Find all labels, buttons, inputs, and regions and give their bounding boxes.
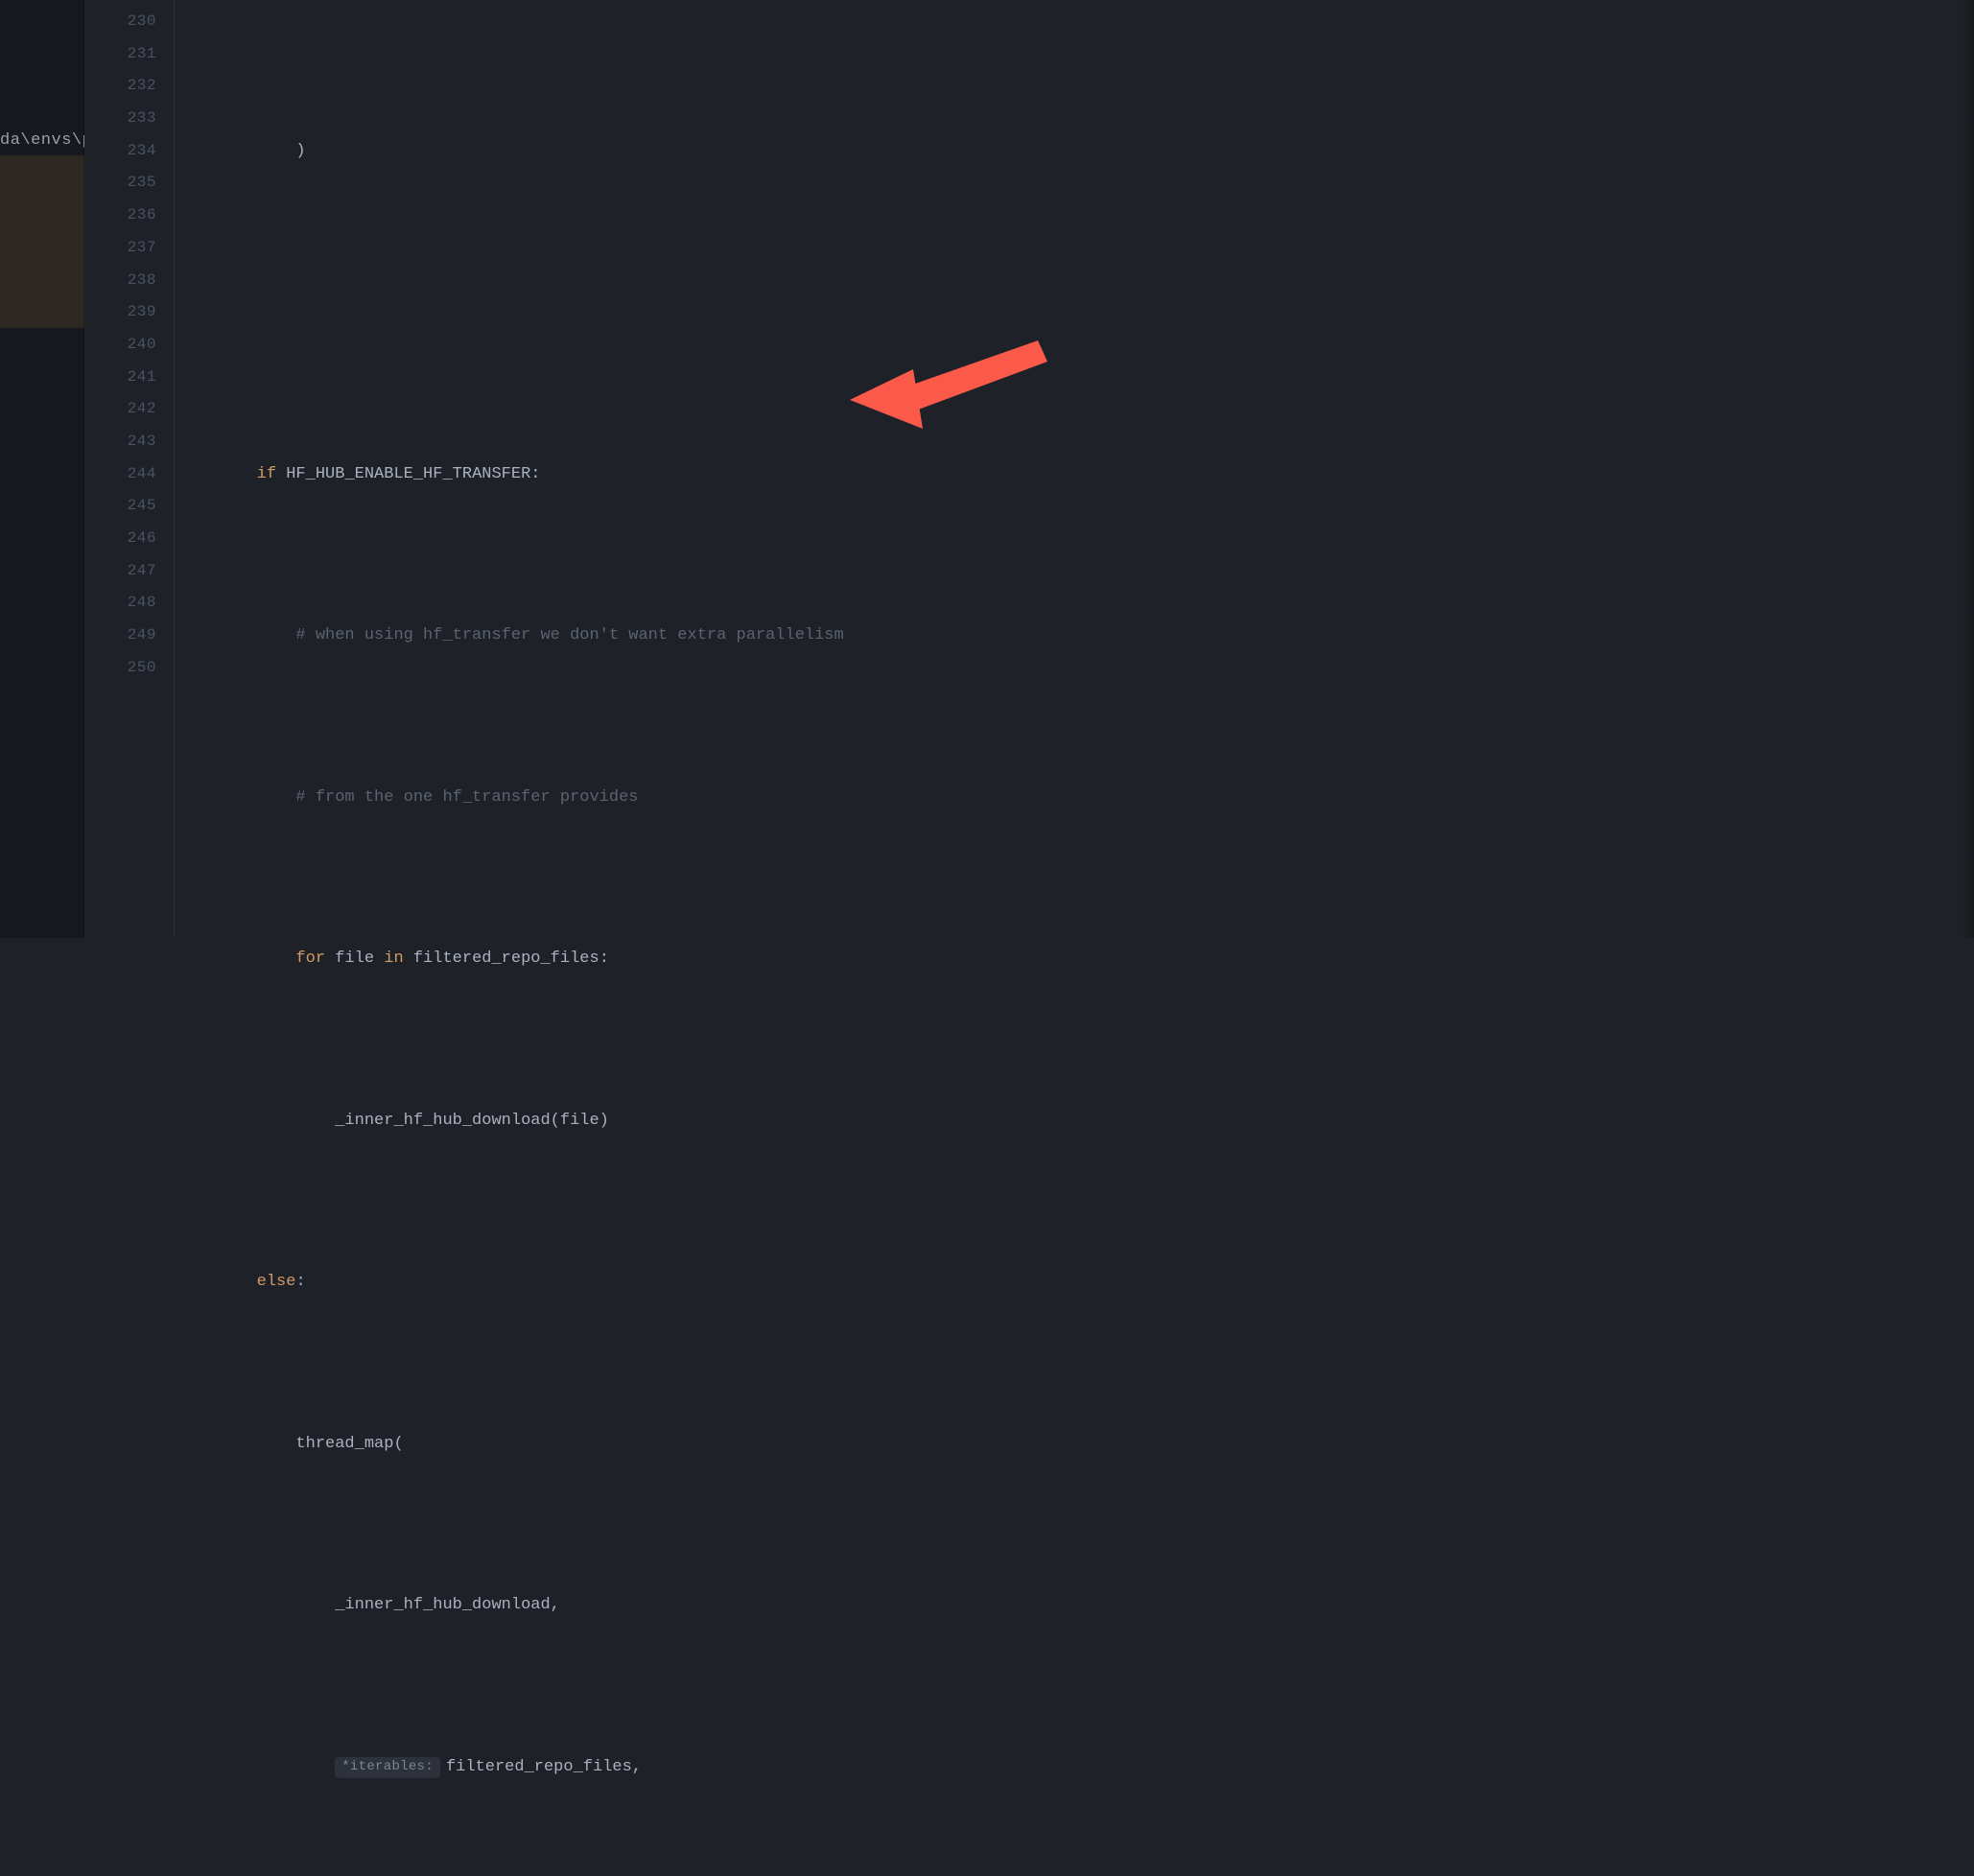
keyword-for: for (295, 943, 325, 975)
indent (178, 1589, 335, 1622)
line-number[interactable]: 242 (84, 393, 174, 426)
line-number[interactable]: 246 (84, 523, 174, 555)
line-number[interactable]: 233 (84, 103, 174, 135)
comment: # when using hf_transfer we don't want e… (295, 620, 843, 652)
side-panel-path-fragment: da\envs\p (0, 125, 92, 157)
editor-workspace: da\envs\p 230 231 232 233 234 235 236 23… (0, 0, 1974, 938)
code-line[interactable]: *iterables: filtered_repo_files, (175, 1751, 1974, 1784)
code-token: _inner_hf_hub_download(file) (335, 1105, 609, 1137)
editor-scrollbar[interactable] (1961, 0, 1974, 938)
line-number[interactable]: 235 (84, 167, 174, 199)
code-line[interactable]: thread_map( (175, 1428, 1974, 1461)
code-line[interactable]: _inner_hf_hub_download(file) (175, 1105, 1974, 1137)
line-number[interactable]: 244 (84, 458, 174, 491)
indent (178, 782, 295, 814)
line-number[interactable]: 231 (84, 38, 174, 71)
line-number[interactable]: 232 (84, 70, 174, 103)
line-number[interactable]: 248 (84, 587, 174, 620)
code-token: filtered_repo_files, (446, 1751, 642, 1784)
indent (178, 1751, 335, 1784)
keyword-if: if (257, 458, 276, 491)
code-editor[interactable]: ) if HF_HUB_ENABLE_HF_TRANSFER: # when u… (175, 0, 1974, 938)
keyword-in: in (384, 943, 403, 975)
code-line[interactable]: else: (175, 1266, 1974, 1299)
indent (178, 458, 257, 491)
code-line[interactable]: # from the one hf_transfer provides (175, 782, 1974, 814)
indent (178, 943, 295, 975)
code-token: thread_map( (295, 1428, 403, 1461)
side-panel-selection (0, 155, 84, 328)
line-number[interactable]: 249 (84, 620, 174, 652)
side-panel-sliver: da\envs\p (0, 0, 84, 938)
indent (178, 1428, 295, 1461)
line-number[interactable]: 236 (84, 199, 174, 232)
code-token: HF_HUB_ENABLE_HF_TRANSFER: (276, 458, 540, 491)
line-number[interactable]: 247 (84, 555, 174, 588)
keyword-else: else (257, 1266, 296, 1299)
code-line[interactable]: _inner_hf_hub_download, (175, 1589, 1974, 1622)
line-number[interactable]: 234 (84, 135, 174, 168)
code-token: file (325, 943, 384, 975)
line-number[interactable]: 240 (84, 329, 174, 362)
line-number[interactable]: 230 (84, 6, 174, 38)
indent (178, 620, 295, 652)
code-line[interactable]: for file in filtered_repo_files: (175, 943, 1974, 975)
code-token: _inner_hf_hub_download, (335, 1589, 560, 1622)
line-number[interactable]: 237 (84, 232, 174, 265)
code-token: : (295, 1266, 305, 1299)
line-number-gutter[interactable]: 230 231 232 233 234 235 236 237 238 239 … (84, 0, 175, 938)
line-number[interactable]: 250 (84, 652, 174, 685)
code-line[interactable]: # when using hf_transfer we don't want e… (175, 620, 1974, 652)
code-token: ) (178, 135, 306, 168)
code-line[interactable]: ) (175, 135, 1974, 168)
comment: # from the one hf_transfer provides (295, 782, 638, 814)
line-number[interactable]: 238 (84, 265, 174, 297)
code-line[interactable] (175, 296, 1974, 329)
line-number[interactable]: 245 (84, 490, 174, 523)
indent (178, 1266, 257, 1299)
line-number[interactable]: 241 (84, 362, 174, 394)
line-number[interactable]: 243 (84, 426, 174, 458)
inlay-hint: *iterables: (335, 1757, 440, 1778)
code-line[interactable]: if HF_HUB_ENABLE_HF_TRANSFER: (175, 458, 1974, 491)
indent (178, 1105, 335, 1137)
line-number[interactable]: 239 (84, 296, 174, 329)
code-token: filtered_repo_files: (404, 943, 609, 975)
